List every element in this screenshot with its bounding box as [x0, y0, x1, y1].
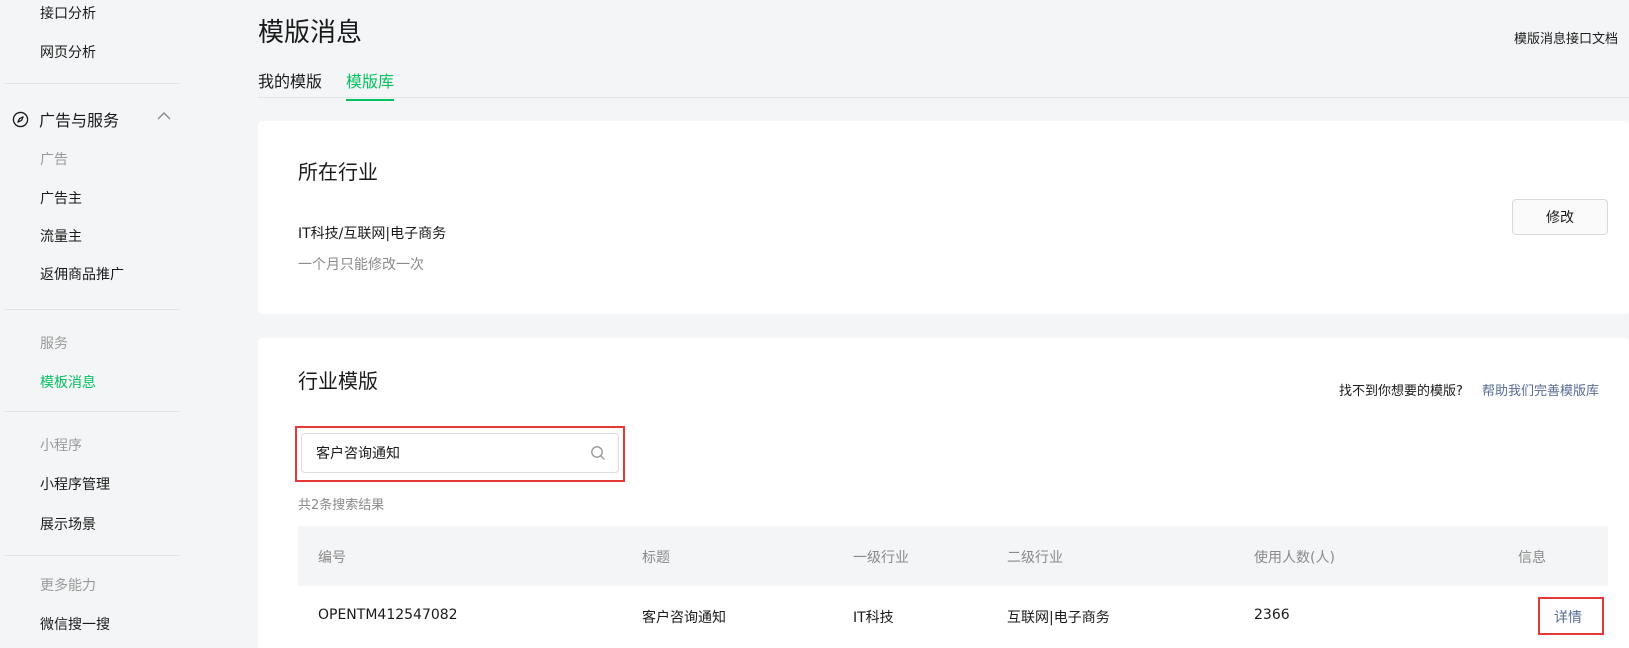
cell-users: 2366 — [1254, 607, 1290, 623]
sidebar-divider — [4, 83, 180, 84]
search-box — [301, 433, 619, 473]
col-id: 编号 — [318, 550, 346, 566]
col-industry1: 一级行业 — [853, 550, 909, 566]
sidebar-item-template-message[interactable]: 模板消息 — [40, 372, 96, 392]
cell-id: OPENTM412547082 — [318, 607, 458, 623]
template-card-title: 行业模版 — [298, 369, 378, 393]
compass-icon — [12, 111, 29, 127]
cell-title: 客户咨询通知 — [642, 610, 726, 626]
sidebar: 接口分析 网页分析 广告与服务 广告 广告主 流量主 返佣商品推广 服务 模板消… — [0, 0, 200, 648]
cell-industry1: IT科技 — [853, 610, 894, 626]
table-row: OPENTM412547082 客户咨询通知 IT科技 互联网|电子商务 236… — [298, 586, 1608, 648]
col-title: 标题 — [642, 550, 670, 566]
sidebar-section-miniprogram: 小程序 — [40, 438, 82, 454]
api-doc-link[interactable]: 模版消息接口文档 — [1514, 28, 1618, 47]
industry-note: 一个月只能修改一次 — [298, 257, 424, 273]
sidebar-item-interface-analysis[interactable]: 接口分析 — [40, 3, 96, 23]
sidebar-item-miniprogram-manage[interactable]: 小程序管理 — [40, 474, 110, 494]
sidebar-item-rebate-promo[interactable]: 返佣商品推广 — [40, 264, 124, 284]
industry-card: 所在行业 IT科技/互联网|电子商务 一个月只能修改一次 修改 — [258, 121, 1629, 314]
tab-template-library[interactable]: 模版库 — [346, 68, 395, 101]
sidebar-group-ads-services[interactable]: 广告与服务 — [12, 107, 171, 131]
col-industry2: 二级行业 — [1007, 550, 1063, 566]
result-count: 共2条搜索结果 — [298, 498, 385, 513]
template-table: 编号 标题 一级行业 二级行业 使用人数(人) 信息 OPENTM4125470… — [298, 526, 1608, 648]
modify-button[interactable]: 修改 — [1512, 199, 1608, 235]
sidebar-section-ads: 广告 — [40, 152, 68, 168]
sidebar-item-web-analysis[interactable]: 网页分析 — [40, 42, 96, 62]
template-card: 行业模版 找不到你想要的模版? 帮助我们完善模版库 共2条搜索结果 编号 标题 … — [258, 338, 1629, 648]
help-improve-link[interactable]: 帮助我们完善模版库 — [1482, 380, 1599, 399]
sidebar-divider — [4, 555, 180, 556]
col-users: 使用人数(人) — [1254, 550, 1335, 566]
search-highlight — [295, 426, 625, 482]
tab-bar: 我的模版 模版库 — [258, 68, 1629, 101]
industry-card-title: 所在行业 — [298, 160, 378, 184]
sidebar-item-advertiser[interactable]: 广告主 — [40, 188, 82, 208]
search-input[interactable] — [316, 443, 576, 463]
sidebar-section-more: 更多能力 — [40, 578, 96, 594]
search-icon[interactable] — [590, 445, 606, 461]
col-info: 信息 — [1518, 550, 1546, 566]
sidebar-item-wechat-search[interactable]: 微信搜一搜 — [40, 614, 110, 634]
sidebar-section-service: 服务 — [40, 336, 68, 352]
help-question: 找不到你想要的模版? — [1339, 384, 1463, 399]
detail-highlight: 详情 — [1538, 597, 1604, 635]
detail-link[interactable]: 详情 — [1554, 607, 1582, 627]
sidebar-group-label: 广告与服务 — [39, 111, 120, 130]
chevron-up-icon[interactable] — [155, 107, 173, 125]
sidebar-item-traffic-owner[interactable]: 流量主 — [40, 226, 82, 246]
cell-industry2: 互联网|电子商务 — [1007, 610, 1110, 626]
industry-value: IT科技/互联网|电子商务 — [298, 226, 447, 242]
table-header: 编号 标题 一级行业 二级行业 使用人数(人) 信息 — [298, 526, 1608, 586]
sidebar-divider — [4, 309, 180, 310]
sidebar-divider — [4, 411, 180, 412]
sidebar-item-display-scene[interactable]: 展示场景 — [40, 514, 96, 534]
tab-my-templates[interactable]: 我的模版 — [258, 68, 322, 99]
page-title: 模版消息 — [258, 18, 363, 48]
